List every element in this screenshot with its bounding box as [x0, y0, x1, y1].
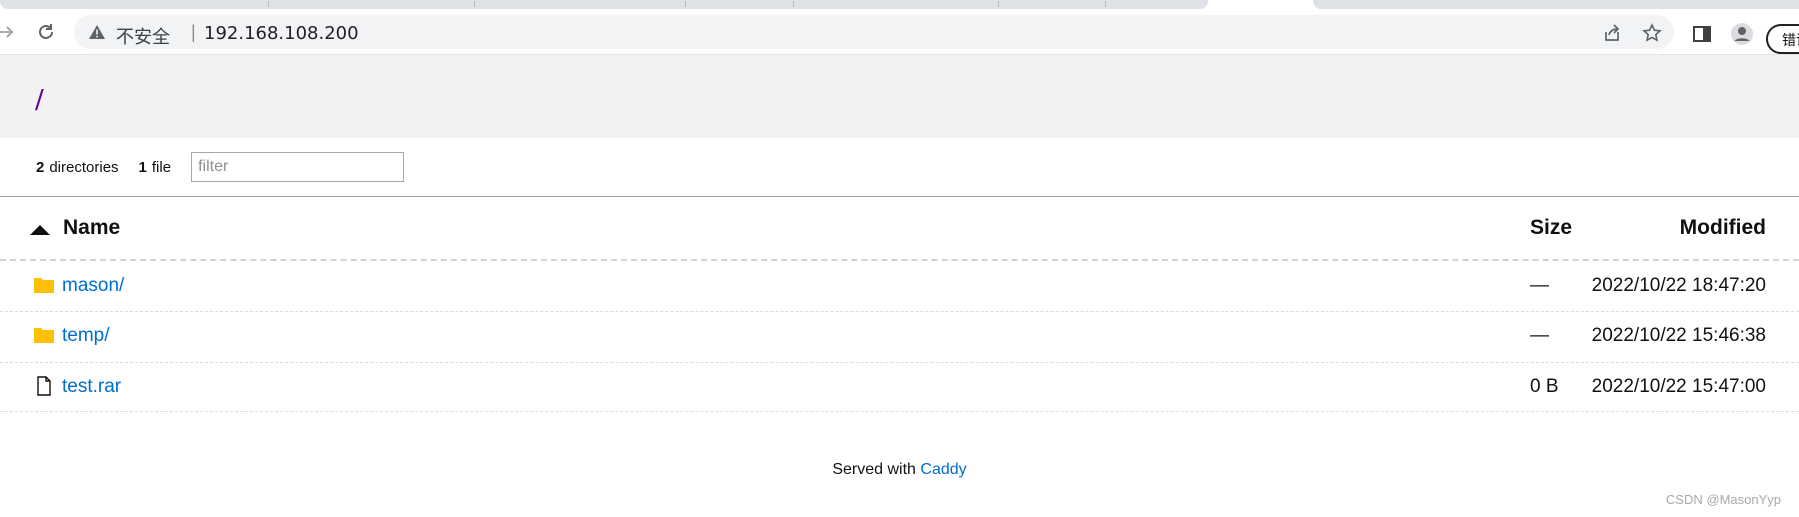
- url-divider: |: [191, 22, 196, 42]
- table-row[interactable]: mason/ — 2022/10/22 18:47:20: [0, 262, 1799, 312]
- directory-count-value: 2: [36, 158, 45, 176]
- tab-strip: [0, 0, 1799, 10]
- table-row[interactable]: test.rar 0 B 2022/10/22 15:47:00: [0, 363, 1799, 413]
- side-panel-icon: [1693, 26, 1711, 42]
- forward-button[interactable]: [0, 20, 16, 44]
- column-header-divider: [0, 259, 1799, 261]
- entry-size: 0 B: [1530, 376, 1559, 397]
- listing-summary: 2 directories 1 file: [36, 150, 405, 184]
- reload-button[interactable]: [34, 20, 58, 44]
- warning-icon[interactable]: [88, 24, 106, 40]
- caddy-link[interactable]: Caddy: [920, 461, 966, 478]
- breadcrumb-root-link[interactable]: /: [35, 85, 44, 115]
- reload-icon: [39, 24, 53, 39]
- watermark: CSDN @MasonYyp: [1665, 492, 1781, 507]
- star-icon: [1642, 23, 1662, 42]
- header-divider: [0, 196, 1799, 197]
- tab-separator: [474, 1, 475, 7]
- page-footer: Served with Caddy: [0, 461, 1799, 479]
- tab-separator: [685, 1, 686, 7]
- share-icon: [1605, 24, 1620, 41]
- security-status-label[interactable]: 不安全: [116, 23, 170, 49]
- entry-size: —: [1530, 325, 1549, 346]
- entry-modified: 2022/10/22 15:47:00: [1591, 376, 1766, 397]
- page-header: /: [0, 55, 1799, 138]
- file-count-label: file: [151, 158, 172, 176]
- directory-count: 2 directories: [36, 159, 119, 176]
- entry-modified: 2022/10/22 15:46:38: [1591, 325, 1766, 346]
- bookmark-button[interactable]: [1641, 22, 1663, 44]
- file-icon: [37, 376, 51, 396]
- column-header-name[interactable]: Name: [63, 216, 120, 240]
- tab-separator: [1105, 1, 1106, 7]
- background-tab[interactable]: [0, 0, 1208, 9]
- folder-icon: [34, 328, 54, 343]
- sort-ascending-icon[interactable]: [30, 225, 50, 235]
- entry-modified: 2022/10/22 18:47:20: [1591, 275, 1766, 296]
- address-bar[interactable]: 不安全 | 192.168.108.200: [74, 15, 1674, 49]
- arrow-right-icon: [0, 26, 14, 38]
- entry-name-link[interactable]: test.rar: [62, 376, 121, 398]
- avatar-icon: [1731, 23, 1753, 45]
- side-panel-button[interactable]: [1690, 23, 1714, 45]
- column-header-size[interactable]: Size: [1530, 216, 1572, 240]
- background-tab[interactable]: [1313, 0, 1799, 9]
- footer-text: Served with: [832, 461, 916, 478]
- browser-toolbar: 不安全 | 192.168.108.200 错误: [0, 10, 1799, 55]
- url-text[interactable]: 192.168.108.200: [204, 23, 359, 44]
- row-divider: [0, 411, 1799, 412]
- file-count: 1 file: [139, 159, 172, 176]
- tab-separator: [998, 1, 999, 7]
- table-row[interactable]: temp/ — 2022/10/22 15:46:38: [0, 312, 1799, 362]
- tab-separator: [268, 1, 269, 7]
- account-button[interactable]: [1730, 23, 1754, 45]
- profile-error-button[interactable]: 错误: [1766, 24, 1799, 54]
- folder-icon: [34, 278, 54, 293]
- entry-name-link[interactable]: mason/: [62, 275, 124, 297]
- entry-name-link[interactable]: temp/: [62, 325, 110, 347]
- directory-count-label: directories: [49, 158, 119, 176]
- share-button[interactable]: [1601, 22, 1623, 44]
- entry-size: —: [1530, 275, 1549, 296]
- tab-separator: [793, 1, 794, 7]
- filter-input[interactable]: [191, 152, 405, 182]
- file-count-value: 1: [138, 158, 147, 176]
- column-header-modified[interactable]: Modified: [1680, 216, 1766, 240]
